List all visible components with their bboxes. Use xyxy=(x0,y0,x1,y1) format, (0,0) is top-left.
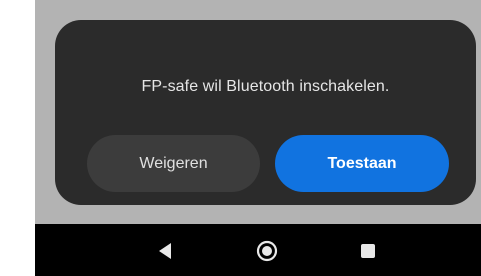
home-circle-icon xyxy=(256,240,278,262)
home-button[interactable] xyxy=(254,238,280,264)
recents-square-icon xyxy=(361,244,375,258)
dialog-message: FP-safe wil Bluetooth inschakelen. xyxy=(141,78,390,95)
screen: FP-safe wil Bluetooth inschakelen. Weige… xyxy=(0,0,481,276)
phone-screen: FP-safe wil Bluetooth inschakelen. Weige… xyxy=(35,0,481,276)
recents-button[interactable] xyxy=(355,238,381,264)
back-button[interactable] xyxy=(152,238,178,264)
back-triangle-icon xyxy=(159,243,171,259)
navigation-bar xyxy=(35,224,481,276)
allow-button[interactable]: Toestaan xyxy=(275,135,449,192)
deny-button[interactable]: Weigeren xyxy=(87,135,260,192)
bluetooth-permission-dialog: FP-safe wil Bluetooth inschakelen. Weige… xyxy=(55,20,476,205)
